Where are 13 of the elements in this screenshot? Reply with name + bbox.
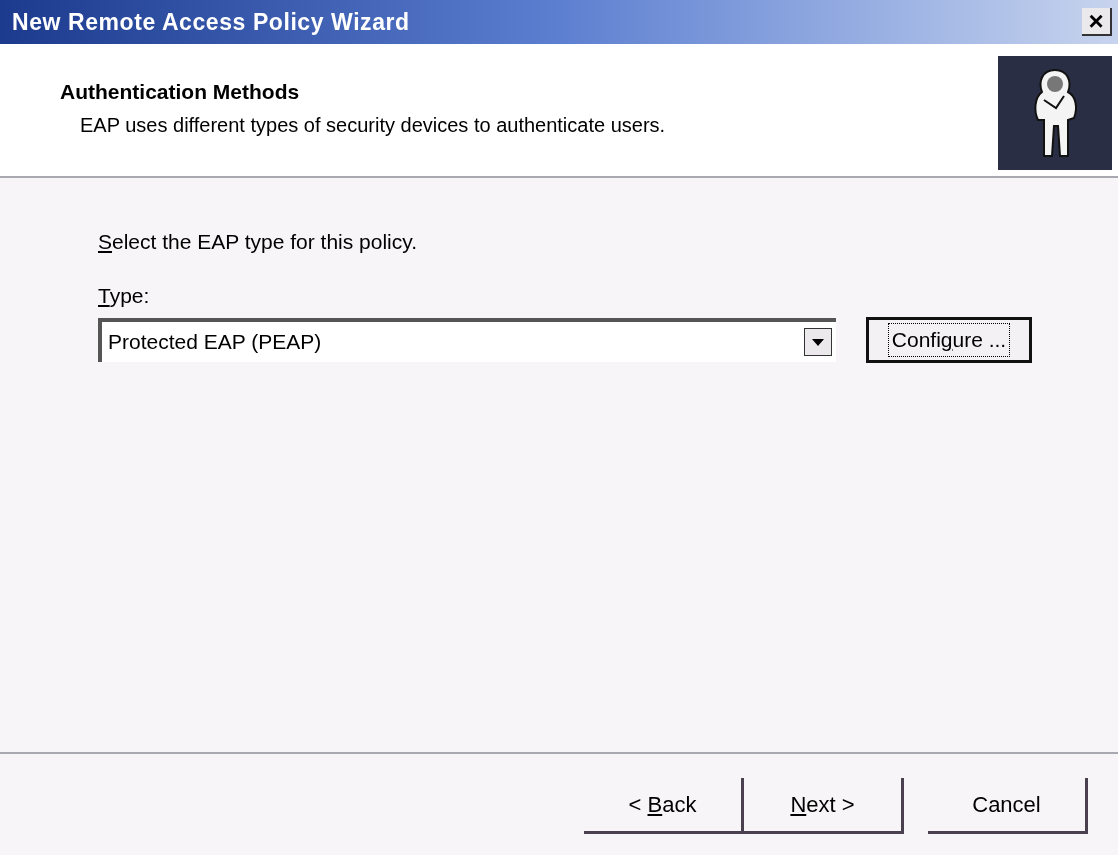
wizard-button[interactable]: Next > <box>744 778 904 834</box>
prompt-text: Select the EAP type for this policy. <box>98 229 419 255</box>
wizard-button[interactable]: Cancel <box>928 778 1088 834</box>
header-title: Authentication Methods <box>60 79 301 105</box>
user-icon <box>998 56 1112 170</box>
header-subtitle: EAP uses different types of security devices to authenticate users. <box>79 112 666 138</box>
wizard-button[interactable]: < Back <box>584 778 744 834</box>
window-title: New Remote Access Policy Wizard <box>12 7 410 37</box>
type-label: Type: <box>98 282 151 309</box>
type-select[interactable]: Protected EAP (PEAP) <box>98 318 836 362</box>
dropdown-arrow-icon[interactable] <box>804 328 832 356</box>
configure-button[interactable]: Configure ... <box>866 317 1032 363</box>
close-button[interactable]: × <box>1082 8 1112 36</box>
